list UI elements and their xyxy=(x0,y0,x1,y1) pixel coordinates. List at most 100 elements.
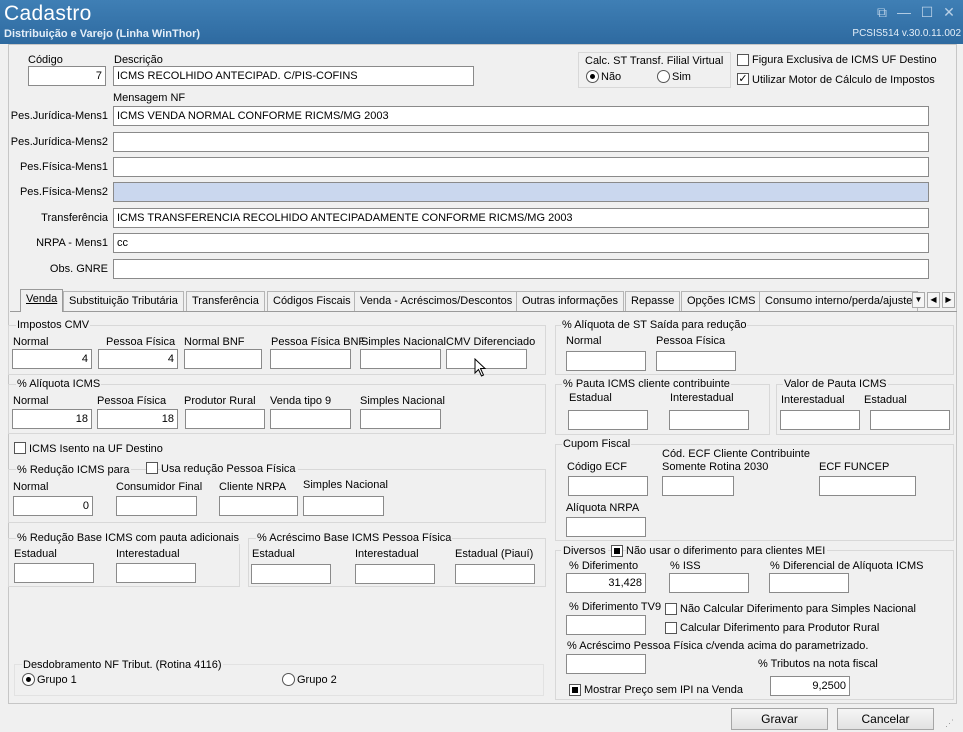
aliq-normal-label: Normal xyxy=(13,395,49,407)
red-nrpa-input[interactable] xyxy=(219,496,298,516)
red-nrpa-label: Cliente NRPA xyxy=(219,481,287,493)
st-pf-input[interactable] xyxy=(656,351,736,371)
rb-interestadual-input[interactable] xyxy=(116,563,196,583)
ab-estadual-input[interactable] xyxy=(251,564,331,584)
iss-input[interactable] xyxy=(669,573,749,593)
ecf-funcep-input[interactable] xyxy=(819,476,916,496)
calc-st-nao-radio[interactable] xyxy=(586,70,599,83)
dif-aliquota-label: % Diferencial de Alíquota ICMS xyxy=(770,560,924,572)
reducao-icms-title: % Redução ICMS para xyxy=(16,464,131,476)
maximize-icon[interactable]: ☐ xyxy=(919,4,935,20)
mostrar-preco-checkbox[interactable] xyxy=(569,684,581,696)
pauta-estadual-label: Estadual xyxy=(569,392,612,404)
calc-st-sim-radio[interactable] xyxy=(657,70,670,83)
mensagem-nf-title: Mensagem NF xyxy=(113,92,186,104)
tab-repasse[interactable]: Repasse xyxy=(625,291,681,311)
msg-pj-mens2-input[interactable] xyxy=(113,132,929,152)
vp-interestadual-input[interactable] xyxy=(780,410,860,430)
pauta-interestadual-label: Interestadual xyxy=(670,392,734,404)
impostos-cmv-title: Impostos CMV xyxy=(16,319,91,331)
tab-venda[interactable]: Venda xyxy=(20,289,64,312)
mouse-cursor-icon xyxy=(474,358,487,377)
diferimento-input[interactable]: 31,428 xyxy=(566,573,646,593)
tab-opcoes-icms[interactable]: Opções ICMS xyxy=(681,291,762,311)
diferimento-label: % Diferimento xyxy=(569,560,639,572)
aliq-normal-input[interactable]: 18 xyxy=(12,409,92,429)
msg-obs-gnre-input[interactable] xyxy=(113,259,929,279)
tab-consumo-interno[interactable]: Consumo interno/perda/ajuste xyxy=(759,291,918,311)
usa-reducao-pf-label: Usa redução Pessoa Física xyxy=(161,463,298,475)
rb-estadual-label: Estadual xyxy=(14,548,57,560)
pauta-interestadual-input[interactable] xyxy=(669,410,749,430)
tab-scroll-left-icon[interactable]: ◀ xyxy=(927,292,940,308)
cmv-simples-input[interactable] xyxy=(360,349,441,369)
calc-st-nao-label: Não xyxy=(601,71,622,83)
acrescimo-pf-label: % Acréscimo Pessoa Física c/venda acima … xyxy=(567,640,869,652)
tab-substituicao[interactable]: Substituição Tributária xyxy=(63,291,184,311)
nao-usar-mei-checkbox[interactable] xyxy=(611,545,623,557)
grupo2-radio[interactable] xyxy=(282,673,295,686)
reducao-base-title: % Redução Base ICMS com pauta adicionais xyxy=(16,532,240,544)
version-label: PCSIS514 v.30.0.11.002 xyxy=(852,28,961,39)
ab-interestadual-input[interactable] xyxy=(355,564,435,584)
msg-pf-mens2-input[interactable] xyxy=(113,182,929,202)
st-normal-input[interactable] xyxy=(566,351,646,371)
msg-label: Pes.Jurídica-Mens2 xyxy=(10,136,108,148)
cod-ecf-cliente-input[interactable] xyxy=(662,476,734,496)
pauta-icms-title: % Pauta ICMS cliente contribuinte xyxy=(562,378,731,390)
tab-scroll-right-icon[interactable]: ▶ xyxy=(942,292,955,308)
tab-venda-acrescimos[interactable]: Venda - Acréscimos/Descontos xyxy=(354,291,519,311)
aliq-venda9-input[interactable] xyxy=(270,409,351,429)
aliq-venda9-label: Venda tipo 9 xyxy=(270,395,332,407)
cancelar-button[interactable]: Cancelar xyxy=(837,708,934,730)
tributos-input[interactable]: 9,2500 xyxy=(770,676,850,696)
codigo-ecf-label: Código ECF xyxy=(567,461,627,473)
msg-pf-mens1-input[interactable] xyxy=(113,157,929,177)
tab-transferencia[interactable]: Transferência xyxy=(186,291,265,311)
tab-outras-informacoes[interactable]: Outras informações xyxy=(516,291,624,311)
diferimento-tv9-input[interactable] xyxy=(566,615,646,635)
cmv-normal-input[interactable]: 4 xyxy=(12,349,92,369)
aliquota-nrpa-label: Alíquota NRPA xyxy=(566,502,640,514)
tab-dropdown-icon[interactable]: ▼ xyxy=(912,292,925,308)
minimize-icon[interactable]: — xyxy=(896,4,912,20)
desdobramento-title: Desdobramento NF Tribut. (Rotina 4116) xyxy=(22,659,223,671)
figura-exclusiva-checkbox[interactable] xyxy=(737,54,749,66)
acrescimo-pf-input[interactable] xyxy=(566,654,646,674)
pauta-estadual-input[interactable] xyxy=(568,410,648,430)
aliq-simples-input[interactable] xyxy=(360,409,441,429)
red-simples-input[interactable] xyxy=(303,496,384,516)
red-consumidor-input[interactable] xyxy=(116,496,197,516)
aliq-simples-label: Simples Nacional xyxy=(360,395,445,407)
codigo-ecf-input[interactable] xyxy=(568,476,648,496)
tab-codigos-fiscais[interactable]: Códigos Fiscais xyxy=(267,291,357,311)
vp-estadual-input[interactable] xyxy=(870,410,950,430)
cmv-normal-bnf-input[interactable] xyxy=(184,349,262,369)
msg-transferencia-input[interactable]: ICMS TRANSFERENCIA RECOLHIDO ANTECIPADAM… xyxy=(113,208,929,228)
window-title: Cadastro xyxy=(4,2,92,25)
codigo-input[interactable]: 7 xyxy=(28,66,106,86)
red-normal-input[interactable]: 0 xyxy=(13,496,93,516)
nao-calcular-checkbox[interactable] xyxy=(665,603,677,615)
icms-isento-checkbox[interactable] xyxy=(14,442,26,454)
descricao-input[interactable]: ICMS RECOLHIDO ANTECIPAD. C/PIS-COFINS xyxy=(113,66,474,86)
grupo1-radio[interactable] xyxy=(22,673,35,686)
ab-interestadual-label: Interestadual xyxy=(355,548,419,560)
aliquota-nrpa-input[interactable] xyxy=(566,517,646,537)
restore-icon[interactable]: ⧉ xyxy=(874,4,890,20)
aliq-pf-input[interactable]: 18 xyxy=(97,409,178,429)
msg-pj-mens1-input[interactable]: ICMS VENDA NORMAL CONFORME RICMS/MG 2003 xyxy=(113,106,929,126)
utilizar-motor-checkbox[interactable]: ✓ xyxy=(737,73,749,85)
resize-grip-icon[interactable]: ⋰ xyxy=(945,718,955,728)
cmv-pf-bnf-input[interactable] xyxy=(270,349,351,369)
ab-piaui-input[interactable] xyxy=(455,564,535,584)
usa-reducao-pf-checkbox[interactable] xyxy=(146,462,158,474)
calcular-produtor-checkbox[interactable] xyxy=(665,622,677,634)
msg-nrpa-input[interactable]: cc xyxy=(113,233,929,253)
dif-aliquota-input[interactable] xyxy=(769,573,849,593)
gravar-button[interactable]: Gravar xyxy=(731,708,828,730)
close-icon[interactable]: ✕ xyxy=(941,4,957,20)
rb-estadual-input[interactable] xyxy=(14,563,94,583)
cmv-pf-input[interactable]: 4 xyxy=(98,349,178,369)
aliq-produtor-input[interactable] xyxy=(185,409,265,429)
